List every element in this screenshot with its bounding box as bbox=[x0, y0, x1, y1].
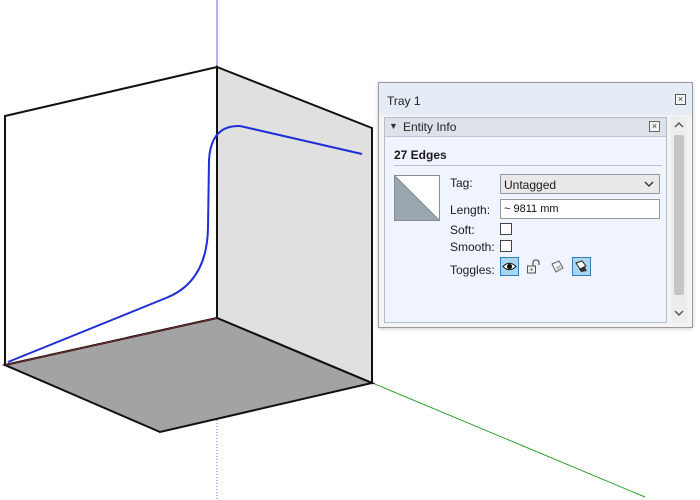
edge-material-icon bbox=[394, 175, 440, 221]
eye-icon bbox=[502, 262, 517, 271]
entity-info-title: Entity Info bbox=[403, 120, 457, 134]
soft-checkbox[interactable] bbox=[500, 223, 512, 235]
chevron-down-icon bbox=[644, 181, 654, 187]
receive-shadows-toggle-button[interactable] bbox=[548, 257, 567, 276]
material-swatch[interactable] bbox=[394, 175, 440, 221]
tray-window: Tray 1 × ▼ Entity Info × 27 Edges Tag: U… bbox=[378, 82, 693, 328]
tag-label: Tag: bbox=[450, 176, 473, 190]
soft-label: Soft: bbox=[450, 223, 475, 237]
entity-info-header[interactable]: ▼ Entity Info × bbox=[385, 118, 666, 137]
selection-summary: 27 Edges bbox=[394, 148, 447, 162]
close-icon[interactable]: × bbox=[675, 94, 686, 105]
tag-dropdown[interactable]: Untagged bbox=[500, 174, 660, 194]
length-label: Length: bbox=[450, 203, 491, 217]
chevron-down-icon[interactable] bbox=[673, 307, 685, 319]
divider bbox=[394, 165, 662, 166]
triangle-down-icon[interactable]: ▼ bbox=[389, 121, 398, 131]
lock-toggle-button[interactable] bbox=[524, 257, 543, 276]
cast-shadows-icon bbox=[575, 260, 587, 272]
tag-dropdown-value: Untagged bbox=[504, 178, 557, 192]
smooth-label: Smooth: bbox=[450, 240, 495, 254]
length-input[interactable] bbox=[500, 199, 660, 219]
visible-toggle-button[interactable] bbox=[500, 257, 519, 276]
lock-icon bbox=[527, 259, 540, 274]
chevron-up-icon[interactable] bbox=[673, 119, 685, 131]
tray-titlebar[interactable]: Tray 1 × bbox=[379, 83, 692, 115]
tray-title: Tray 1 bbox=[387, 94, 421, 108]
receive-shadows-icon bbox=[551, 260, 564, 273]
scrollbar-thumb[interactable] bbox=[674, 135, 684, 295]
entity-info-panel: ▼ Entity Info × 27 Edges Tag: Untagged L… bbox=[384, 117, 667, 323]
toggles-label: Toggles: bbox=[450, 263, 495, 277]
cast-shadows-toggle-button[interactable] bbox=[572, 257, 591, 276]
tray-scrollbar[interactable] bbox=[671, 117, 687, 323]
close-icon[interactable]: × bbox=[649, 121, 660, 132]
smooth-checkbox[interactable] bbox=[500, 240, 512, 252]
